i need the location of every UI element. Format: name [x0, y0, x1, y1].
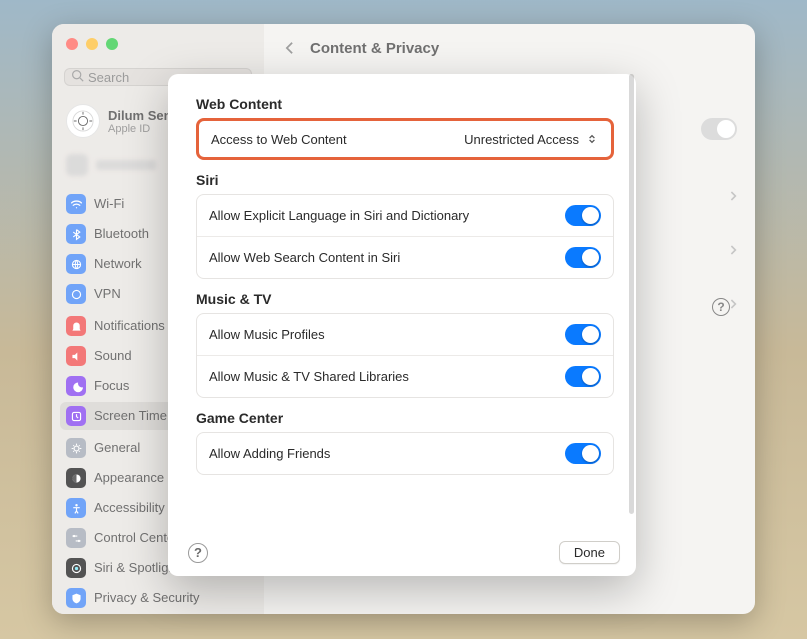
sheet-scroll-area[interactable]: Web Content Access to Web Content Unrest… [168, 74, 636, 528]
chevron-right-icon [729, 243, 737, 261]
highlighted-web-access-row: Access to Web Content Unrestricted Acces… [196, 118, 614, 160]
close-window-button[interactable] [66, 38, 78, 50]
sidebar-label: Privacy & Security [94, 588, 199, 608]
bluetooth-icon [66, 224, 86, 244]
profile-sub: Apple ID [108, 123, 172, 135]
profile-name: Dilum Sen [108, 108, 172, 123]
row-label: Allow Explicit Language in Siri and Dict… [209, 208, 469, 223]
notifications-icon [66, 316, 86, 336]
row-music-shared: Allow Music & TV Shared Libraries [197, 355, 613, 397]
focus-icon [66, 376, 86, 396]
sidebar-label: VPN [94, 284, 121, 304]
header: Content & Privacy [264, 24, 755, 72]
sheet-footer: ? Done [168, 528, 636, 576]
sidebar-label: Appearance [94, 468, 164, 488]
content-privacy-sheet: Web Content Access to Web Content Unrest… [168, 74, 636, 576]
accessibility-icon [66, 498, 86, 518]
sidebar-item-privacy-security[interactable]: Privacy & Security [60, 584, 256, 612]
privacy-icon [66, 588, 86, 608]
chevron-right-icon [729, 297, 737, 315]
sidebar-label: Notifications [94, 316, 165, 336]
general-icon [66, 438, 86, 458]
help-button-bg[interactable]: ? [712, 298, 730, 316]
sidebar-label: Siri & Spotlight [94, 558, 179, 578]
toggle-siri-explicit[interactable] [565, 205, 601, 226]
sidebar-label: Focus [94, 376, 129, 396]
row-label: Allow Web Search Content in Siri [209, 250, 400, 265]
zoom-window-button[interactable] [106, 38, 118, 50]
toggle-music-profiles[interactable] [565, 324, 601, 345]
done-button[interactable]: Done [559, 541, 620, 564]
help-button[interactable]: ? [188, 543, 208, 563]
section-header-web: Web Content [196, 96, 614, 112]
row-gc-friends: Allow Adding Friends [197, 433, 613, 474]
sidebar-label: General [94, 438, 140, 458]
row-siri-websearch: Allow Web Search Content in Siri [197, 236, 613, 278]
chevron-right-icon [729, 189, 737, 207]
page-title: Content & Privacy [310, 40, 439, 57]
siri-icon [66, 558, 86, 578]
section-header-gamecenter: Game Center [196, 410, 614, 426]
wifi-icon [66, 194, 86, 214]
sidebar-label: Network [94, 254, 142, 274]
sidebar-label: Wi-Fi [94, 194, 124, 214]
screen-time-icon [66, 406, 86, 426]
scrollbar[interactable] [629, 74, 634, 514]
control-center-icon [66, 528, 86, 548]
toggle-gc-friends[interactable] [565, 443, 601, 464]
row-label: Allow Music & TV Shared Libraries [209, 369, 409, 384]
section-header-siri: Siri [196, 172, 614, 188]
music-group: Allow Music Profiles Allow Music & TV Sh… [196, 313, 614, 398]
row-siri-explicit: Allow Explicit Language in Siri and Dict… [197, 195, 613, 236]
avatar [66, 104, 100, 138]
toggle-siri-websearch[interactable] [565, 247, 601, 268]
section-header-music: Music & TV [196, 291, 614, 307]
vpn-icon [66, 284, 86, 304]
sidebar-label: Screen Time [94, 406, 167, 426]
gamecenter-group: Allow Adding Friends [196, 432, 614, 475]
minimize-window-button[interactable] [86, 38, 98, 50]
search-icon [71, 69, 88, 85]
sidebar-label: Bluetooth [94, 224, 149, 244]
popup-arrows-icon [585, 131, 599, 147]
network-icon [66, 254, 86, 274]
toggle-music-shared[interactable] [565, 366, 601, 387]
siri-group: Allow Explicit Language in Siri and Dict… [196, 194, 614, 279]
sidebar-label: Control Center [94, 528, 179, 548]
back-button[interactable] [278, 37, 300, 59]
web-access-popup[interactable]: Unrestricted Access [464, 131, 599, 147]
web-access-label: Access to Web Content [211, 132, 347, 147]
sidebar-label: Sound [94, 346, 132, 366]
web-access-value: Unrestricted Access [464, 132, 579, 147]
row-music-profiles: Allow Music Profiles [197, 314, 613, 355]
row-label: Allow Adding Friends [209, 446, 330, 461]
sidebar-label: Accessibility [94, 498, 165, 518]
content-privacy-master-toggle[interactable] [701, 118, 737, 140]
appearance-icon [66, 468, 86, 488]
window-traffic-lights [66, 38, 118, 50]
row-label: Allow Music Profiles [209, 327, 325, 342]
sound-icon [66, 346, 86, 366]
